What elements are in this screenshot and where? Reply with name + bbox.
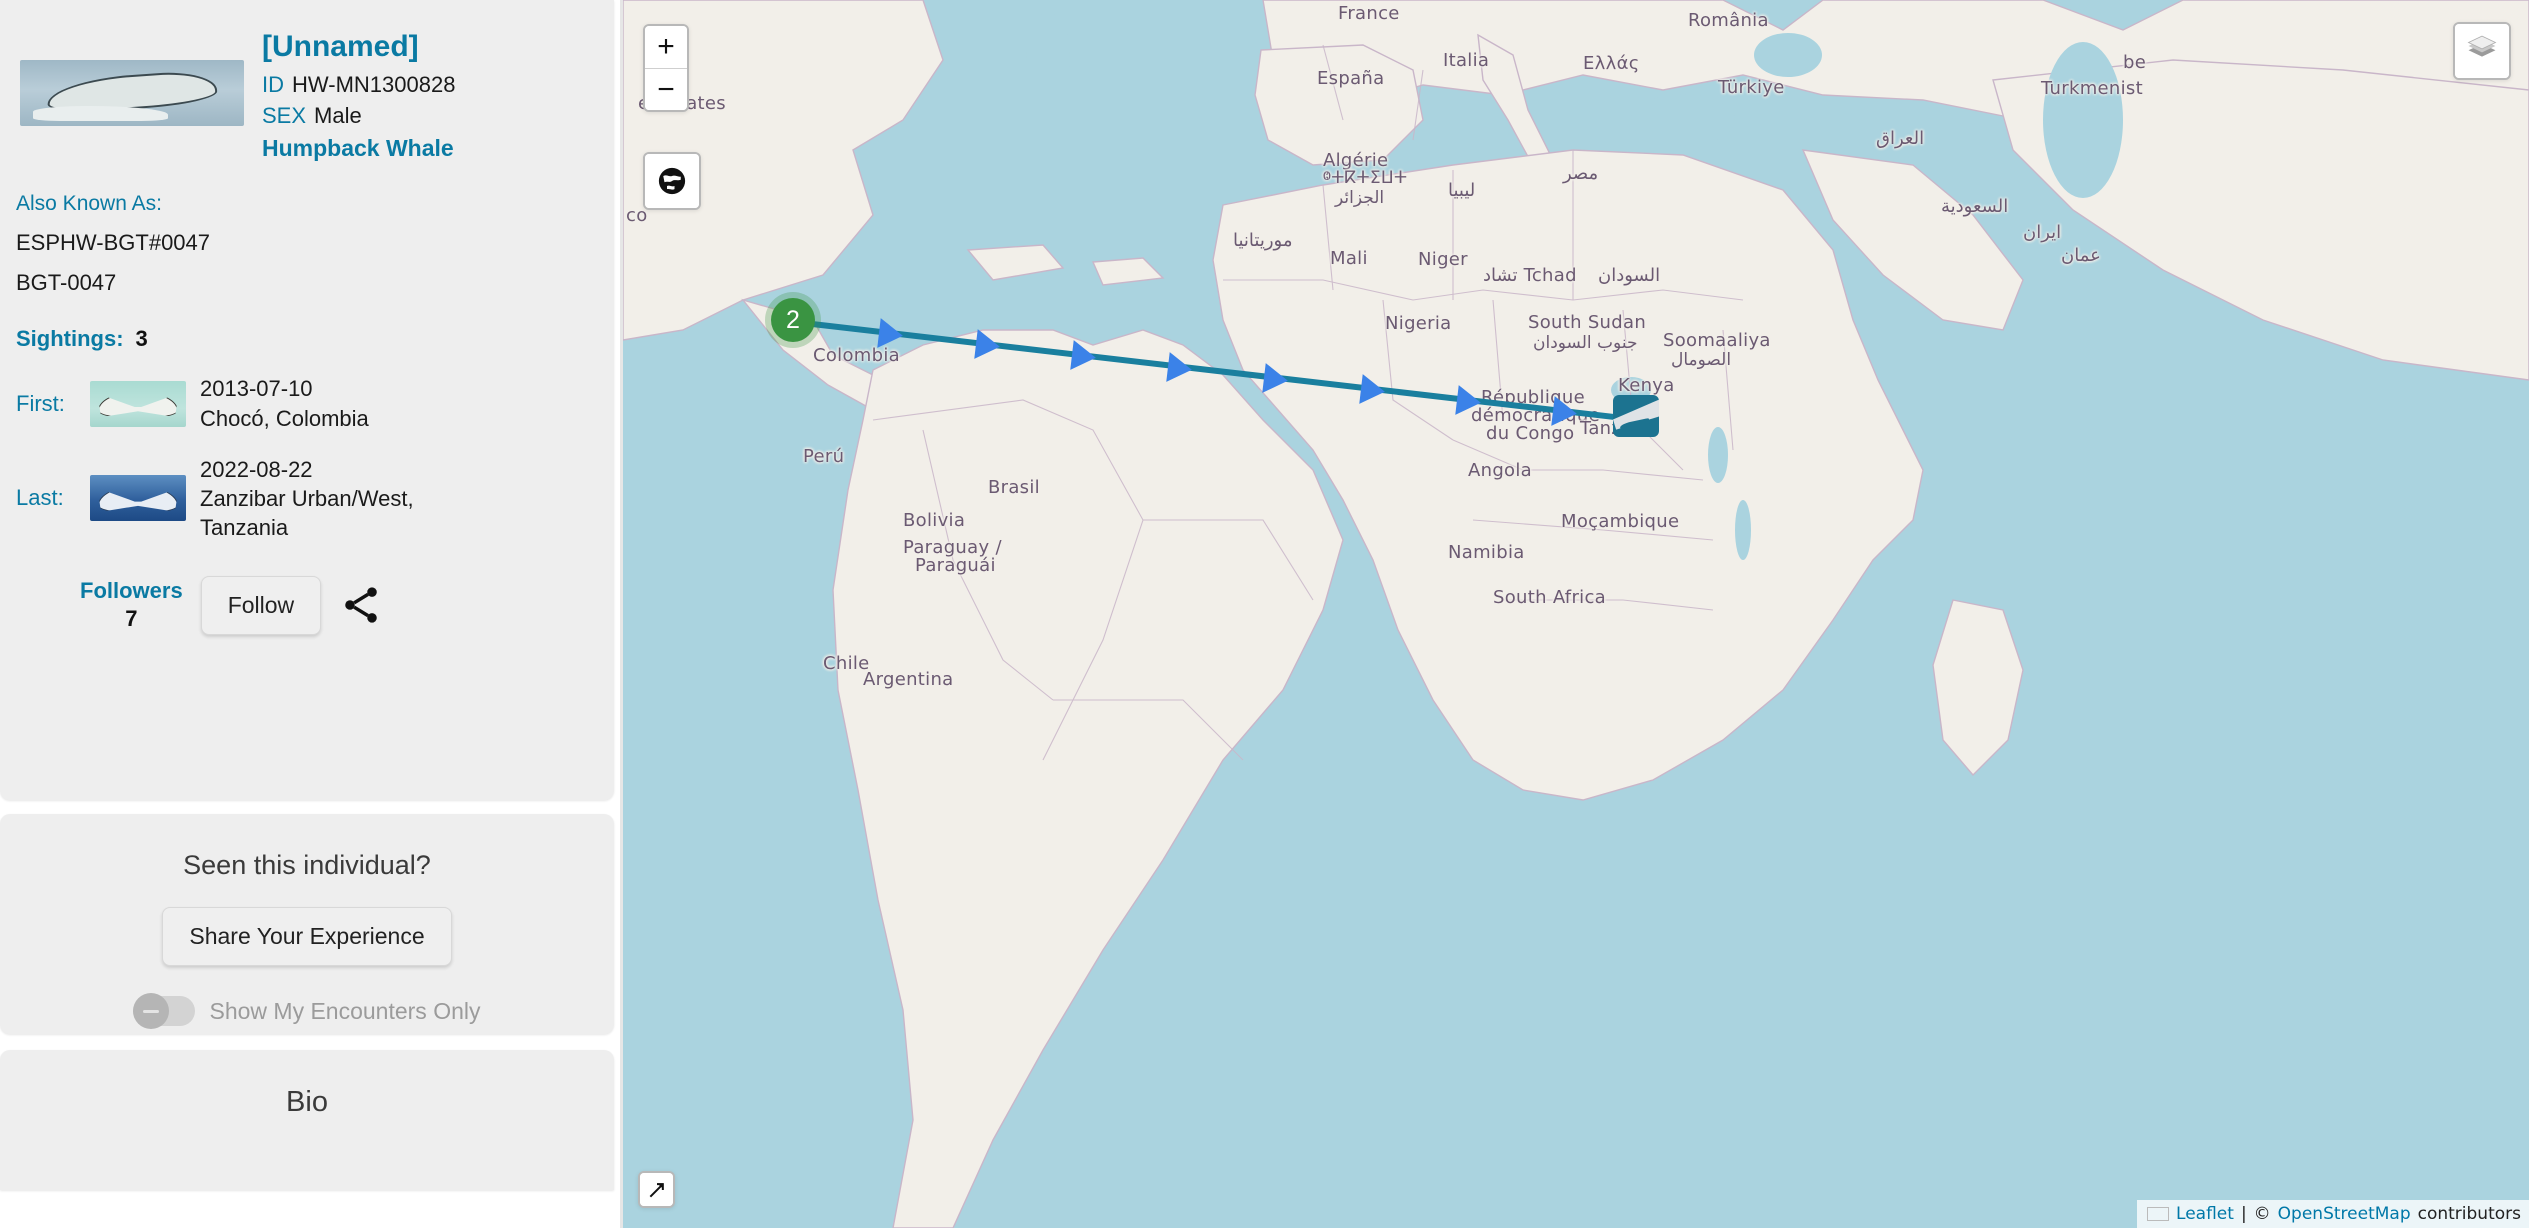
follow-button[interactable]: Follow — [200, 575, 322, 635]
marker-cluster[interactable]: 2 — [771, 298, 815, 342]
id-label: ID — [262, 72, 284, 97]
globe-icon[interactable] — [645, 154, 699, 208]
track-direction-arrow — [877, 318, 905, 351]
followers-count: 7 — [125, 606, 138, 632]
individual-profile-page: [Unnamed] ID HW-MN1300828 SEX Male Humpbac… — [0, 0, 2529, 1228]
id-row: ID HW-MN1300828 — [262, 69, 455, 100]
first-sighting-label: First: — [16, 390, 65, 416]
share-your-experience-button[interactable]: Share Your Experience — [162, 907, 452, 966]
ukraine-flag-icon — [2147, 1207, 2170, 1221]
fullscreen-control[interactable] — [638, 1171, 675, 1208]
map-attribution: Leaflet | © OpenStreetMap contributors — [2137, 1200, 2529, 1228]
followers-label: Followers — [80, 578, 183, 604]
seen-this-individual-card: Seen this individual? Share Your Experie… — [0, 814, 614, 1034]
share-icon[interactable] — [339, 583, 383, 627]
last-sighting-row: Last: 2022-08-22 Zanzibar Urban/West, Ta… — [0, 433, 614, 542]
track-direction-arrow — [1358, 374, 1387, 407]
whale-fluke-thumbnail-icon[interactable] — [20, 60, 244, 126]
followers-block[interactable]: Followers 7 — [80, 578, 183, 632]
seen-title: Seen this individual? — [183, 850, 431, 880]
first-sighting-thumbnail-icon[interactable] — [90, 380, 186, 427]
last-sighting-date: 2022-08-22 — [200, 456, 313, 482]
profile-card: [Unnamed] ID HW-MN1300828 SEX Male Humpbac… — [0, 0, 614, 800]
bio-title: Bio — [286, 1086, 328, 1118]
identity-info: [Unnamed] ID HW-MN1300828 SEX Male Humpbac… — [244, 30, 455, 162]
track-direction-arrow — [1070, 340, 1098, 374]
last-sighting-location-line1: Zanzibar Urban/West, — [200, 485, 414, 511]
page-title[interactable]: [Unnamed] — [262, 30, 455, 63]
first-sighting-row: First: 2013-07-10 Chocó, Colombia — [0, 352, 614, 432]
copyright-symbol: © — [2253, 1204, 2271, 1224]
followers-row: Followers 7 Follow — [80, 542, 614, 635]
sex-label: SEX — [262, 103, 307, 129]
first-sighting-date: 2013-07-10 — [200, 376, 313, 402]
sightings-row: Sightings: 3 — [0, 296, 614, 352]
first-sighting-location: Chocó, Colombia — [200, 405, 369, 431]
first-sighting-info: 2013-07-10 Chocó, Colombia — [200, 374, 369, 432]
track-direction-arrow — [1455, 385, 1483, 418]
map-panel[interactable]: ed StatescoFranceRomâniaEspañaItaliaΕλλά… — [620, 0, 2529, 1228]
leaflet-link[interactable]: Leaflet — [2176, 1204, 2234, 1224]
show-my-encounters-toggle-row: Show My Encounters Only — [0, 993, 614, 1029]
track-direction-arrow — [1166, 351, 1194, 385]
track-direction-arrow — [1262, 362, 1290, 396]
species-link[interactable]: Humpback Whale — [262, 135, 455, 162]
sex-value: Male — [314, 103, 362, 129]
openstreetmap-link[interactable]: OpenStreetMap — [2278, 1204, 2411, 1224]
zoom-control[interactable]: + − — [643, 24, 689, 112]
show-my-encounters-toggle[interactable] — [133, 993, 196, 1029]
last-sighting-thumbnail-icon[interactable] — [90, 475, 186, 522]
track-direction-arrow — [1551, 396, 1579, 429]
sightings-count: 3 — [135, 326, 148, 352]
sex-row: SEX Male — [262, 100, 455, 131]
expand-arrow-icon[interactable] — [640, 1173, 673, 1206]
last-sighting-info: 2022-08-22 Zanzibar Urban/West, Tanzania — [200, 455, 414, 542]
zoom-in-button[interactable]: + — [645, 26, 687, 68]
map-canvas[interactable]: ed StatescoFranceRomâniaEspañaItaliaΕλλά… — [623, 0, 2529, 1228]
whale-marker-icon[interactable] — [1613, 395, 1659, 437]
layers-icon[interactable] — [2455, 24, 2509, 78]
id-value: HW-MN1300828 — [292, 72, 456, 97]
track-direction-arrow — [973, 329, 1002, 362]
also-known-as-label: Also Known As: — [16, 192, 162, 216]
alternate-id-2: BGT-0047 — [16, 270, 117, 296]
show-my-encounters-label: Show My Encounters Only — [209, 997, 481, 1024]
map-geometry — [623, 0, 2529, 1228]
sightings-label: Sightings: — [16, 326, 124, 352]
last-sighting-label: Last: — [16, 485, 64, 511]
identity-row: [Unnamed] ID HW-MN1300828 SEX Male Humpbac… — [0, 0, 614, 162]
contributors-text: contributors — [2417, 1204, 2521, 1224]
globe-control[interactable] — [643, 152, 701, 210]
alternate-id-1: ESPHW-BGT#0047 — [16, 230, 211, 256]
bio-card: Bio — [0, 1050, 614, 1190]
zoom-out-button[interactable]: − — [645, 68, 687, 110]
sidebar: [Unnamed] ID HW-MN1300828 SEX Male Humpbac… — [0, 0, 620, 1228]
last-sighting-location-line2: Tanzania — [200, 514, 289, 540]
layers-control[interactable] — [2453, 22, 2511, 80]
attribution-separator: | — [2240, 1204, 2247, 1224]
